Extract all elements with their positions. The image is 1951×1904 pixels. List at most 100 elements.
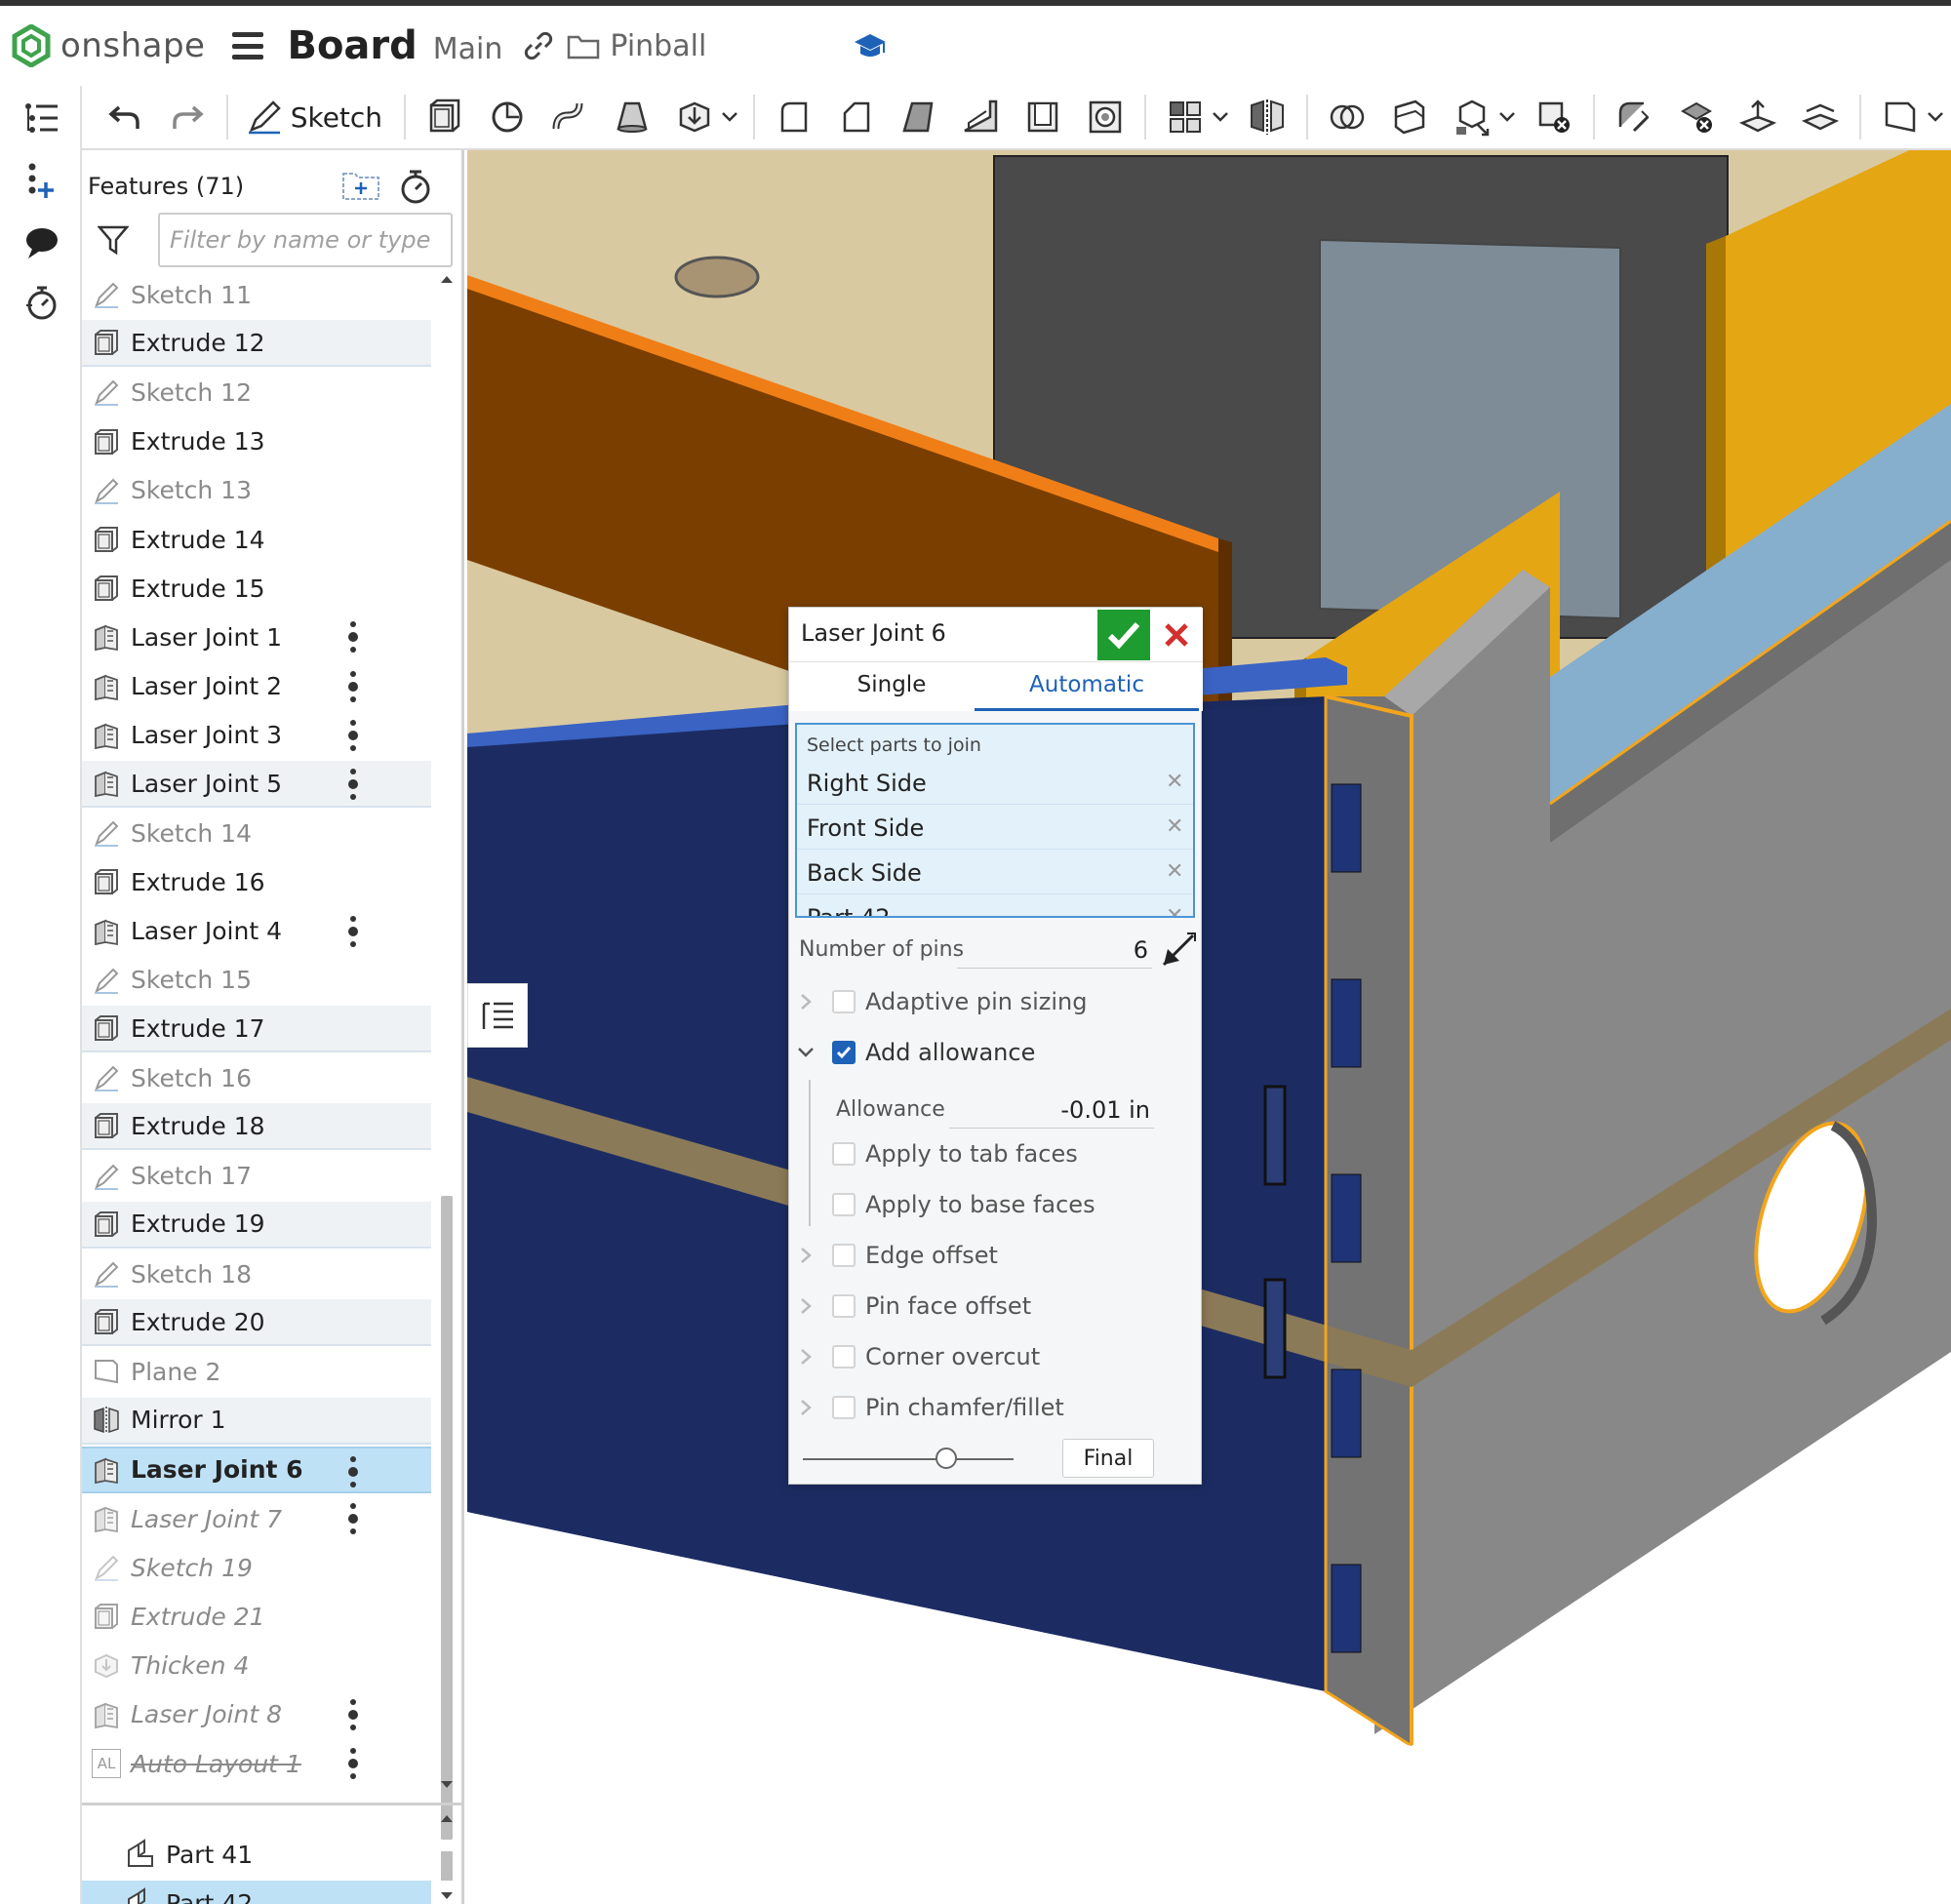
redo-button[interactable] [160, 90, 215, 144]
parts-scrollbar[interactable] [435, 1808, 458, 1904]
feature-item[interactable]: Laser Joint 6 [82, 1447, 431, 1493]
fillet-button[interactable] [767, 90, 821, 144]
split-button[interactable] [1382, 90, 1437, 144]
feature-item[interactable]: Laser Joint 1 [82, 614, 431, 660]
loft-button[interactable] [605, 90, 659, 144]
feature-menu-icon[interactable] [347, 621, 359, 653]
learning-center-icon[interactable] [853, 31, 888, 60]
allowance-input[interactable] [949, 1091, 1154, 1129]
pattern-dropdown[interactable] [1211, 90, 1230, 144]
feature-item[interactable]: Sketch 11 [82, 271, 431, 318]
hole-button[interactable] [1078, 90, 1133, 144]
feature-menu-icon[interactable] [347, 720, 359, 751]
scroll-down-icon[interactable] [440, 1890, 454, 1902]
feature-item[interactable]: Sketch 13 [82, 467, 431, 514]
scroll-down-icon[interactable] [440, 1779, 454, 1791]
feature-item[interactable]: ALAuto Layout 1 [82, 1740, 431, 1787]
feature-menu-icon[interactable] [347, 1503, 359, 1534]
part-item[interactable]: Part 41 [82, 1832, 431, 1877]
feature-item[interactable]: Extrude 18 [82, 1103, 431, 1150]
tab-automatic[interactable]: Automatic [975, 662, 1199, 711]
preview-slider-track[interactable] [803, 1458, 1014, 1460]
remove-icon[interactable]: ✕ [1166, 814, 1183, 839]
feature-item[interactable]: Laser Joint 8 [82, 1691, 431, 1738]
feature-item[interactable]: Mirror 1 [82, 1398, 431, 1445]
folder-name[interactable]: Pinball [610, 29, 706, 63]
scroll-up-icon[interactable] [440, 273, 454, 285]
selected-part-item[interactable]: Part 42✕ [797, 896, 1193, 918]
feature-list-expand-button[interactable] [467, 983, 528, 1048]
filter-input[interactable] [158, 213, 453, 267]
feature-item[interactable]: Extrude 21 [82, 1593, 431, 1640]
move-face-button[interactable] [1731, 90, 1785, 144]
rib-button[interactable] [953, 90, 1008, 144]
main-menu-button[interactable] [232, 32, 263, 60]
apply-tab-faces-option[interactable]: Apply to tab faces [789, 1132, 1203, 1177]
feature-item[interactable]: Laser Joint 5 [82, 761, 431, 808]
pattern-button[interactable] [1158, 90, 1213, 144]
transform-dropdown[interactable] [1497, 90, 1517, 144]
feature-item[interactable]: Sketch 15 [82, 957, 431, 1004]
chevron-right-icon[interactable] [797, 1347, 815, 1367]
parts-selection-box[interactable]: Select parts to join Right Side✕ Front S… [795, 723, 1195, 918]
scroll-thumb[interactable] [441, 1851, 453, 1881]
sketch-button[interactable]: Sketch [236, 90, 392, 144]
feature-item[interactable]: Extrude 16 [82, 858, 431, 905]
link-icon[interactable] [524, 31, 553, 60]
chevron-right-icon[interactable] [797, 1246, 815, 1265]
replace-face-button[interactable] [1793, 90, 1848, 144]
feature-menu-icon[interactable] [347, 1699, 359, 1730]
apply-base-faces-checkbox[interactable] [832, 1193, 856, 1216]
preview-slider-thumb[interactable] [936, 1448, 957, 1469]
selected-part-item[interactable]: Right Side✕ [797, 762, 1193, 805]
delete-face-button[interactable] [1669, 90, 1724, 144]
instances-button[interactable] [20, 158, 64, 203]
part-item[interactable]: Part 42 [82, 1881, 431, 1904]
add-allowance-checkbox[interactable] [832, 1041, 856, 1064]
parts-divider[interactable] [82, 1803, 464, 1805]
feature-item[interactable]: Laser Joint 7 [82, 1495, 431, 1542]
3d-model-view[interactable] [467, 150, 1951, 1904]
cancel-button[interactable] [1152, 610, 1201, 660]
feature-item[interactable]: Sketch 14 [82, 810, 431, 856]
scroll-thumb[interactable] [441, 1196, 453, 1840]
chevron-down-icon[interactable] [797, 1043, 815, 1062]
mirror-button[interactable] [1240, 90, 1294, 144]
apply-base-faces-option[interactable]: Apply to base faces [789, 1183, 1203, 1228]
history-button[interactable] [20, 281, 64, 326]
branch-name[interactable]: Main [433, 32, 503, 66]
add-allowance-option[interactable]: Add allowance [789, 1031, 1203, 1076]
feature-item[interactable]: Plane 2 [82, 1348, 431, 1395]
feature-item[interactable]: Extrude 17 [82, 1006, 431, 1052]
feature-menu-icon[interactable] [347, 769, 359, 800]
extrude-button[interactable] [418, 90, 472, 144]
chevron-right-icon[interactable] [797, 1296, 815, 1316]
feature-item[interactable]: Extrude 19 [82, 1202, 431, 1249]
feature-list-toggle[interactable] [20, 96, 64, 140]
accept-button[interactable] [1097, 610, 1150, 660]
feature-item[interactable]: Laser Joint 3 [82, 712, 431, 759]
pin-chamfer-fillet-option[interactable]: Pin chamfer/fillet [789, 1386, 1203, 1431]
plane-dropdown[interactable] [1926, 90, 1945, 144]
add-folder-icon[interactable] [341, 170, 380, 203]
feature-list-scrollbar[interactable] [435, 271, 458, 1793]
document-title[interactable]: Board [287, 23, 417, 68]
filter-icon[interactable] [98, 224, 129, 256]
undo-button[interactable] [98, 90, 152, 144]
adaptive-pin-sizing-option[interactable]: Adaptive pin sizing [789, 980, 1203, 1025]
feature-item[interactable]: Extrude 15 [82, 565, 431, 612]
scroll-up-icon[interactable] [440, 1812, 454, 1824]
selected-part-item[interactable]: Front Side✕ [797, 807, 1193, 850]
feature-item[interactable]: Sketch 19 [82, 1544, 431, 1591]
folder-icon[interactable] [567, 31, 600, 60]
remove-icon[interactable]: ✕ [1166, 770, 1183, 794]
delete-part-button[interactable] [1527, 90, 1581, 144]
feature-item[interactable]: Laser Joint 4 [82, 908, 431, 955]
remove-icon[interactable]: ✕ [1166, 904, 1183, 918]
adaptive-pin-sizing-checkbox[interactable] [832, 990, 856, 1013]
corner-overcut-option[interactable]: Corner overcut [789, 1335, 1203, 1380]
plane-button[interactable] [1873, 90, 1928, 144]
graphics-viewport[interactable] [467, 150, 1951, 1904]
remove-icon[interactable]: ✕ [1166, 859, 1183, 884]
feature-item[interactable]: Sketch 17 [82, 1153, 431, 1200]
